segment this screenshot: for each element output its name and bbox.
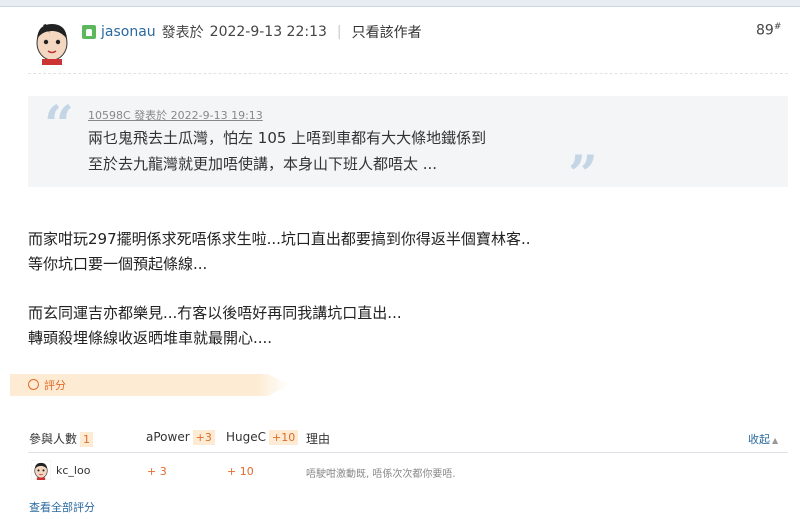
rater-reason: 唔駛咁激動既, 唔係次次都你要唔.	[306, 469, 456, 480]
view-all-ratings-link[interactable]: 查看全部評分	[29, 499, 95, 515]
posted-prefix: 發表於	[161, 25, 204, 41]
hugec-header: HugeC +10	[226, 430, 299, 445]
hugec-label: HugeC	[226, 430, 267, 444]
reason-header: 理由	[306, 432, 331, 446]
rater-apower: + 3	[147, 465, 167, 478]
header-divider	[28, 73, 788, 74]
rater-username[interactable]: kc_loo	[56, 464, 90, 477]
author-link[interactable]: jasonau	[101, 24, 156, 40]
rating-section-label: 評分	[44, 379, 66, 392]
hugec-total: +10	[269, 430, 299, 445]
collapse-button[interactable]: 收起 ▲	[748, 431, 778, 447]
floor-number[interactable]: 89#	[756, 22, 781, 39]
apower-header: aPower +3	[146, 430, 215, 445]
quote-close-icon: ”	[568, 145, 598, 206]
floor-suffix: #	[773, 22, 782, 32]
quote-meta[interactable]: 10598C 發表於 2022-9-13 19:13	[88, 107, 263, 123]
rater-avatar[interactable]	[31, 460, 51, 480]
post-header: jasonau 發表於 2022-9-13 22:13 | 只看該作者	[82, 22, 422, 42]
participants-header: 參與人數 1	[29, 430, 94, 447]
posted-time: 2022-9-13 22:13	[209, 24, 327, 40]
quote-block: “ 10598C 發表於 2022-9-13 19:13 兩乜鬼飛去土瓜灣，怕左…	[28, 95, 788, 202]
header-separator: |	[336, 24, 342, 40]
message-line: 而家咁玩297擺明係求死唔係求生啦...坑口直出都要搞到你得返半個寶林客..	[28, 230, 531, 248]
apower-label: aPower	[146, 430, 190, 444]
quote-open-icon: “	[44, 95, 74, 156]
apower-total: +3	[192, 430, 215, 445]
top-border	[0, 0, 800, 7]
online-status-icon	[82, 25, 96, 39]
message-line: 而玄同運吉亦都樂見...冇客以後唔好再同我講坑口直出...	[28, 304, 402, 322]
message-line: 轉頭殺埋條線收返晒堆車就最開心....	[28, 329, 273, 347]
rater-hugec: + 10	[227, 465, 254, 478]
only-author-link[interactable]: 只看該作者	[352, 22, 422, 42]
author-avatar[interactable]	[28, 17, 76, 65]
chevron-up-icon: ▲	[772, 436, 779, 445]
rating-row-divider	[28, 452, 788, 453]
message-line: 等你坑口要一個預起條線...	[28, 255, 208, 273]
rating-circle-icon	[28, 379, 39, 390]
floor-number-value: 89	[756, 22, 774, 39]
collapse-label: 收起	[748, 433, 770, 446]
participants-count: 1	[80, 432, 94, 447]
quote-line: 兩乜鬼飛去土瓜灣，怕左 105 上唔到車都有大大條地鐵係到	[88, 129, 487, 147]
participants-label: 參與人數	[29, 432, 78, 446]
quote-line: 至於去九龍灣就更加唔使講，本身山下班人都唔太 ...	[88, 155, 438, 173]
